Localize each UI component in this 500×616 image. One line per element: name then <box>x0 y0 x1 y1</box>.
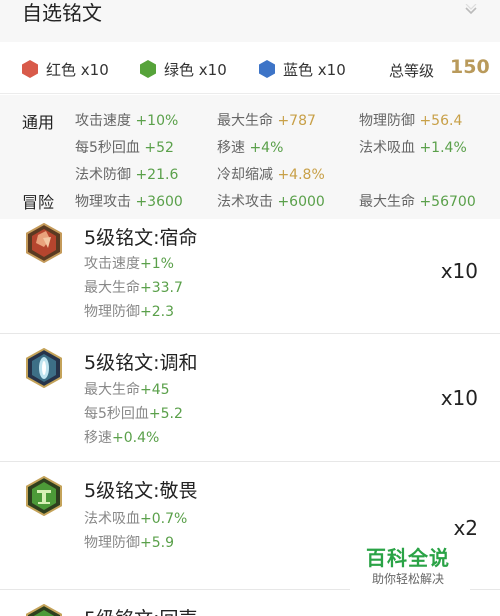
green-count: 绿色 x10 <box>140 58 227 80</box>
stat-item: 法术防御 +21.6 <box>75 167 179 183</box>
rune-item[interactable]: 5级铭文:调和 最大生命+45 每5秒回血+5.2 移速+0.4% x10 <box>0 334 500 461</box>
stat-item: 法术吸血 +1.4% <box>359 140 467 156</box>
blue-count-label: 蓝色 x10 <box>283 60 346 79</box>
blue-count: 蓝色 x10 <box>259 58 346 80</box>
general-category-label: 通用 <box>22 113 55 132</box>
rune-name: 5级铭文:宿命 <box>84 227 198 249</box>
stat-item: 最大生命 +787 <box>217 113 316 129</box>
rune-attr: 物理防御+2.3 <box>84 304 174 320</box>
rune-name: 5级铭文:敬畏 <box>84 480 198 502</box>
green-count-label: 绿色 x10 <box>164 60 227 79</box>
blue-hexagon-icon <box>259 60 275 78</box>
stats-summary: 通用 冒险 攻击速度 +10% 最大生命 +787 物理防御 +56.4 每5秒… <box>0 95 500 219</box>
rune-name: 5级铭文:回声 <box>84 604 198 616</box>
rune-item[interactable]: 5级铭文:回声 <box>0 590 500 616</box>
red-count: 红色 x10 <box>22 58 109 80</box>
green-hexagon-icon <box>140 60 156 78</box>
rune-awe-icon <box>26 476 62 516</box>
rune-harmony-icon <box>26 348 62 388</box>
page-header: 自选铭文 <box>0 0 500 42</box>
rune-attr: 每5秒回血+5.2 <box>84 406 183 422</box>
rune-count: x10 <box>440 386 478 410</box>
page-title: 自选铭文 <box>22 1 102 25</box>
watermark-title: 百科全说 <box>366 546 450 570</box>
stat-item: 物理攻击 +3600 <box>75 194 183 210</box>
red-count-label: 红色 x10 <box>46 60 109 79</box>
rune-attr: 物理防御+5.9 <box>84 535 174 551</box>
stat-item: 每5秒回血 +52 <box>75 140 174 156</box>
total-level-value: 150 <box>450 56 490 78</box>
rune-attr: 最大生命+45 <box>84 382 170 398</box>
watermark-badge: 百科全说 助你轻松解决 <box>350 536 470 592</box>
chevron-down-icon[interactable] <box>464 4 478 18</box>
rune-attr: 攻击速度+1% <box>84 256 174 272</box>
red-hexagon-icon <box>22 60 38 78</box>
rune-fate-icon <box>26 223 62 263</box>
rune-attr: 最大生命+33.7 <box>84 280 183 296</box>
stat-item: 冷却缩减 +4.8% <box>217 167 325 183</box>
total-level-label: 总等级 <box>389 62 435 80</box>
stat-item: 最大生命 +56700 <box>359 194 476 210</box>
stat-item: 移速 +4% <box>217 140 284 156</box>
rune-name: 5级铭文:调和 <box>84 352 198 374</box>
rune-count: x10 <box>440 259 478 283</box>
rune-partial-icon <box>26 604 62 616</box>
watermark-subtitle: 助你轻松解决 <box>372 572 445 586</box>
stat-item: 物理防御 +56.4 <box>359 113 463 129</box>
stat-item: 法术攻击 +6000 <box>217 194 325 210</box>
rune-attr: 移速+0.4% <box>84 430 160 446</box>
rune-item[interactable]: 5级铭文:宿命 攻击速度+1% 最大生命+33.7 物理防御+2.3 x10 <box>0 219 500 333</box>
adventure-category-label: 冒险 <box>22 193 55 212</box>
color-summary: 红色 x10 绿色 x10 蓝色 x10 总等级 150 <box>0 42 500 94</box>
rune-attr: 法术吸血+0.7% <box>84 511 188 527</box>
stat-item: 攻击速度 +10% <box>75 113 179 129</box>
